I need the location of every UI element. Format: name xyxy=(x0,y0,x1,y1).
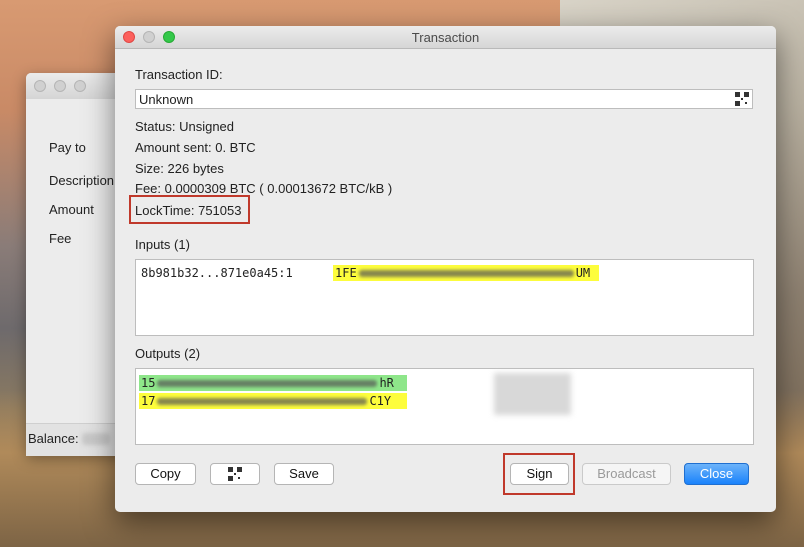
sign-highlight xyxy=(503,453,575,495)
inputs-list[interactable]: 8b981b32...871e0a45:1 1FE UM xyxy=(135,259,754,336)
qr-code-button[interactable] xyxy=(210,463,260,485)
description-label: Description xyxy=(49,173,115,188)
save-button[interactable]: Save xyxy=(274,463,334,485)
output-address-1: 15 hR xyxy=(139,375,407,391)
size-text: Size: 226 bytes xyxy=(135,161,224,176)
close-button[interactable]: Close xyxy=(684,463,749,485)
close-icon[interactable] xyxy=(34,80,46,92)
locktime-highlight xyxy=(129,195,250,224)
dialog-title: Transaction xyxy=(411,30,480,45)
zoom-icon[interactable] xyxy=(74,80,86,92)
transaction-id-value: Unknown xyxy=(139,92,194,107)
dialog-titlebar[interactable]: Transaction xyxy=(115,26,776,49)
inputs-label: Inputs (1) xyxy=(135,237,190,252)
transaction-dialog: Transaction Transaction ID: Unknown Stat… xyxy=(115,26,776,512)
fee-text: Fee: 0.0000309 BTC ( 0.00013672 BTC/kB ) xyxy=(135,181,393,196)
input-outpoint: 8b981b32...871e0a45:1 xyxy=(141,266,293,280)
status-text: Status: Unsigned xyxy=(135,119,235,134)
transaction-id-field[interactable]: Unknown xyxy=(135,89,753,109)
output-address-2: 17 C1Y xyxy=(139,393,407,409)
amount-sent-text: Amount sent: 0. BTC xyxy=(135,140,256,155)
transaction-id-label: Transaction ID: xyxy=(135,67,223,82)
input-address: 1FE UM xyxy=(333,265,599,281)
pay-to-label: Pay to xyxy=(49,140,86,155)
minimize-icon[interactable] xyxy=(54,80,66,92)
outputs-list[interactable]: 15 hR 17 C1Y xyxy=(135,368,754,445)
balance-label: Balance: xyxy=(28,431,79,446)
qr-code-icon[interactable] xyxy=(735,92,749,106)
output-amounts-redacted xyxy=(494,373,571,415)
broadcast-button[interactable]: Broadcast xyxy=(582,463,671,485)
qr-code-icon xyxy=(228,466,242,481)
amount-label: Amount xyxy=(49,202,94,217)
fee-label: Fee xyxy=(49,231,72,246)
balance-value-redacted xyxy=(82,433,110,445)
copy-button[interactable]: Copy xyxy=(135,463,196,485)
outputs-label: Outputs (2) xyxy=(135,346,201,361)
